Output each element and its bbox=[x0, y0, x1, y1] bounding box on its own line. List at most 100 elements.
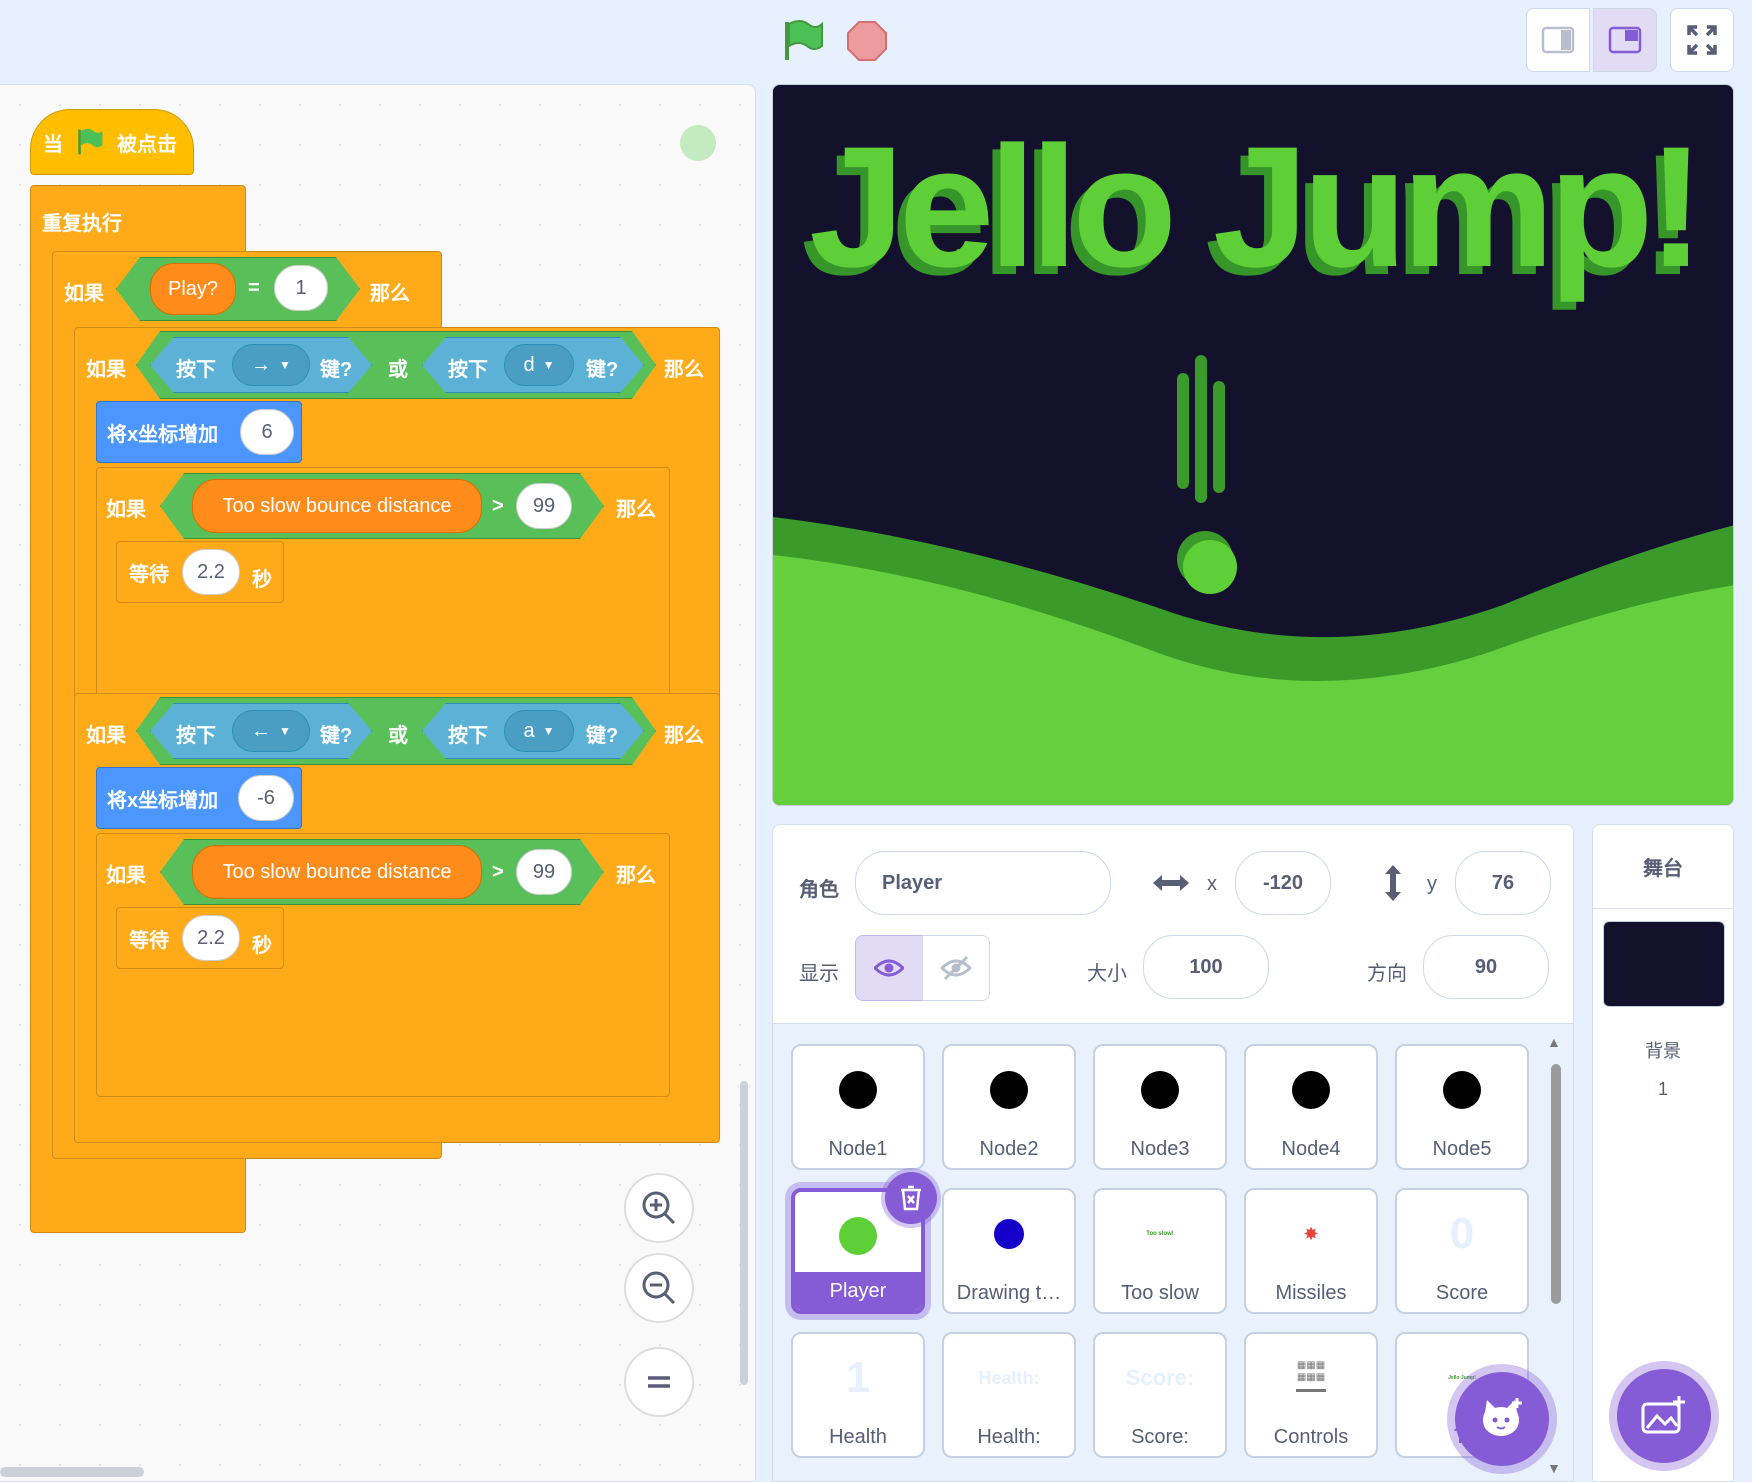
dropdown-caret-icon: ▼ bbox=[279, 724, 291, 738]
key-dropdown-a[interactable]: a ▼ bbox=[504, 710, 574, 752]
wait-seconds-value[interactable]: 2.2 bbox=[182, 549, 240, 595]
choose-sprite-button[interactable] bbox=[1455, 1372, 1549, 1466]
key-pressed-label: 按下 bbox=[176, 725, 216, 747]
seconds-unit-label: 秒 bbox=[252, 935, 272, 957]
sprite-tile-controls[interactable]: ▦▦▦ ▦▦▦ ▬▬▬ Controls bbox=[1244, 1332, 1378, 1458]
controls-thumbnail: ▦▦▦ ▦▦▦ ▬▬▬ bbox=[1296, 1360, 1326, 1395]
too-slow-bounce-distance-reporter[interactable]: Too slow bounce distance bbox=[192, 479, 482, 533]
if-right-label: 如果 bbox=[86, 359, 126, 381]
sprite-name-input[interactable]: Player bbox=[855, 851, 1111, 915]
health-text-thumbnail: Health: bbox=[978, 1367, 1040, 1388]
eye-icon bbox=[874, 959, 904, 977]
health-digit-thumbnail: 1 bbox=[845, 1353, 871, 1402]
size-label: 大小 bbox=[1087, 963, 1127, 985]
equals-symbol: = bbox=[248, 277, 260, 299]
if-distance-label: 如果 bbox=[106, 499, 146, 521]
fullscreen-button[interactable] bbox=[1670, 8, 1734, 72]
sprite-tile-score-label[interactable]: Score: Score: bbox=[1093, 1332, 1227, 1458]
missile-explosion-icon: ✸ bbox=[1303, 1223, 1319, 1244]
scroll-down-icon[interactable]: ▼ bbox=[1547, 1460, 1561, 1476]
delete-sprite-button[interactable] bbox=[885, 1172, 937, 1224]
horizontal-scrollbar[interactable] bbox=[0, 1467, 144, 1477]
zoom-in-icon bbox=[642, 1191, 676, 1225]
key-pressed-label: 按下 bbox=[176, 359, 216, 381]
zoom-reset-icon bbox=[648, 1376, 670, 1388]
zoom-out-icon bbox=[642, 1271, 676, 1305]
greater-symbol: > bbox=[492, 861, 504, 883]
normal-stage-mode-button[interactable] bbox=[1593, 8, 1657, 72]
green-dot-thumbnail bbox=[839, 1217, 877, 1255]
black-dot-thumbnail bbox=[990, 1071, 1028, 1109]
sprite-tile-score[interactable]: 0 Score bbox=[1395, 1188, 1529, 1314]
workspace-indicator bbox=[680, 125, 716, 161]
sprite-tile-node1[interactable]: Node1 bbox=[791, 1044, 925, 1170]
green-flag-icon bbox=[78, 128, 103, 155]
dropdown-caret-icon: ▼ bbox=[542, 724, 555, 738]
hat-clicked-label: 被点击 bbox=[117, 133, 177, 156]
small-stage-mode-button[interactable] bbox=[1526, 8, 1590, 72]
sprite-tile-node3[interactable]: Node3 bbox=[1093, 1044, 1227, 1170]
play-variable-reporter[interactable]: Play? bbox=[150, 263, 236, 315]
sprite-label: 角色 bbox=[799, 879, 839, 901]
change-x-left-value[interactable]: -6 bbox=[238, 775, 294, 821]
play-compare-value[interactable]: 1 bbox=[274, 265, 328, 311]
direction-input[interactable]: 90 bbox=[1423, 935, 1549, 999]
if-left-then-label: 那么 bbox=[664, 725, 704, 747]
green-flag-icon[interactable] bbox=[780, 18, 826, 64]
sprite-tile-health-label[interactable]: Health: Health: bbox=[942, 1332, 1076, 1458]
when-flag-clicked-block[interactable]: 当 被点击 bbox=[30, 109, 194, 175]
hide-sprite-button[interactable] bbox=[922, 935, 990, 1001]
scroll-up-icon[interactable]: ▲ bbox=[1547, 1034, 1561, 1050]
key-dropdown-right[interactable]: → ▼ bbox=[232, 344, 310, 386]
zoom-in-button[interactable] bbox=[624, 1173, 694, 1243]
key-question-label: 键? bbox=[320, 725, 353, 747]
backdrops-label: 背景 bbox=[1645, 1041, 1681, 1061]
show-label: 显示 bbox=[799, 963, 839, 985]
y-position-input[interactable]: 76 bbox=[1455, 851, 1551, 915]
wait-seconds-value[interactable]: 2.2 bbox=[182, 915, 240, 961]
key-dropdown-d[interactable]: d ▼ bbox=[504, 344, 574, 386]
sprite-info-panel: 角色 Player x -120 y 76 显示 大小 100 方向 90 bbox=[772, 824, 1574, 1024]
stage-canvas[interactable]: Jello Jump! bbox=[772, 84, 1734, 806]
vertical-scrollbar[interactable] bbox=[740, 1081, 748, 1385]
zoom-out-button[interactable] bbox=[624, 1253, 694, 1323]
zoom-reset-button[interactable] bbox=[624, 1347, 694, 1417]
sprite-tile-health[interactable]: 1 Health bbox=[791, 1332, 925, 1458]
key-dropdown-left[interactable]: ← ▼ bbox=[232, 710, 310, 752]
sprite-tile-node5[interactable]: Node5 bbox=[1395, 1044, 1529, 1170]
show-sprite-button[interactable] bbox=[855, 935, 923, 1001]
if-right-then-label: 那么 bbox=[664, 359, 704, 381]
backdrops-count: 1 bbox=[1657, 1079, 1668, 1099]
size-input[interactable]: 100 bbox=[1143, 935, 1269, 999]
choose-backdrop-button[interactable] bbox=[1617, 1369, 1711, 1463]
fullscreen-icon bbox=[1687, 25, 1717, 55]
distance-threshold-value[interactable]: 99 bbox=[516, 849, 572, 895]
direction-label: 方向 bbox=[1367, 963, 1407, 985]
sprite-tile-node2[interactable]: Node2 bbox=[942, 1044, 1076, 1170]
score-digit-thumbnail: 0 bbox=[1449, 1209, 1475, 1258]
sprite-list-scrollbar[interactable] bbox=[1551, 1064, 1561, 1304]
sprite-list[interactable]: Node1 Node2 Node3 Node4 Node5 Player Dra… bbox=[772, 1024, 1574, 1482]
blue-dot-thumbnail bbox=[994, 1219, 1024, 1249]
backdrop-thumbnail[interactable] bbox=[1603, 921, 1725, 1007]
score-text-thumbnail: Score: bbox=[1125, 1365, 1195, 1390]
small-stage-mode-icon bbox=[1541, 26, 1575, 54]
stage-panel-title: 舞台 bbox=[1593, 825, 1733, 909]
code-area[interactable]: 当 被点击 重复执行 如果 Play? = 1 那么 如果 按下 → ▼ 键? 或… bbox=[0, 84, 756, 1482]
sprite-tile-drawing[interactable]: Drawing t… bbox=[942, 1188, 1076, 1314]
jello-jump-title: Jello Jump! bbox=[809, 111, 1705, 303]
change-x-right-value[interactable]: 6 bbox=[240, 409, 294, 455]
normal-stage-mode-icon bbox=[1608, 26, 1642, 54]
x-position-input[interactable]: -120 bbox=[1235, 851, 1331, 915]
too-slow-bounce-distance-reporter[interactable]: Too slow bounce distance bbox=[192, 845, 482, 899]
black-dot-thumbnail bbox=[839, 1071, 877, 1109]
stage-selector-panel[interactable]: 舞台 背景 1 bbox=[1592, 824, 1734, 1482]
key-question-label: 键? bbox=[320, 359, 353, 381]
if1-label: 如果 bbox=[64, 283, 104, 305]
sprite-tile-too-slow[interactable]: Too slow! Too slow bbox=[1093, 1188, 1227, 1314]
distance-threshold-value[interactable]: 99 bbox=[516, 483, 572, 529]
stop-sign-icon[interactable] bbox=[846, 20, 888, 62]
sprite-tile-node4[interactable]: Node4 bbox=[1244, 1044, 1378, 1170]
sprite-tile-missiles[interactable]: ✸ Missiles bbox=[1244, 1188, 1378, 1314]
x-label: x bbox=[1207, 873, 1217, 895]
